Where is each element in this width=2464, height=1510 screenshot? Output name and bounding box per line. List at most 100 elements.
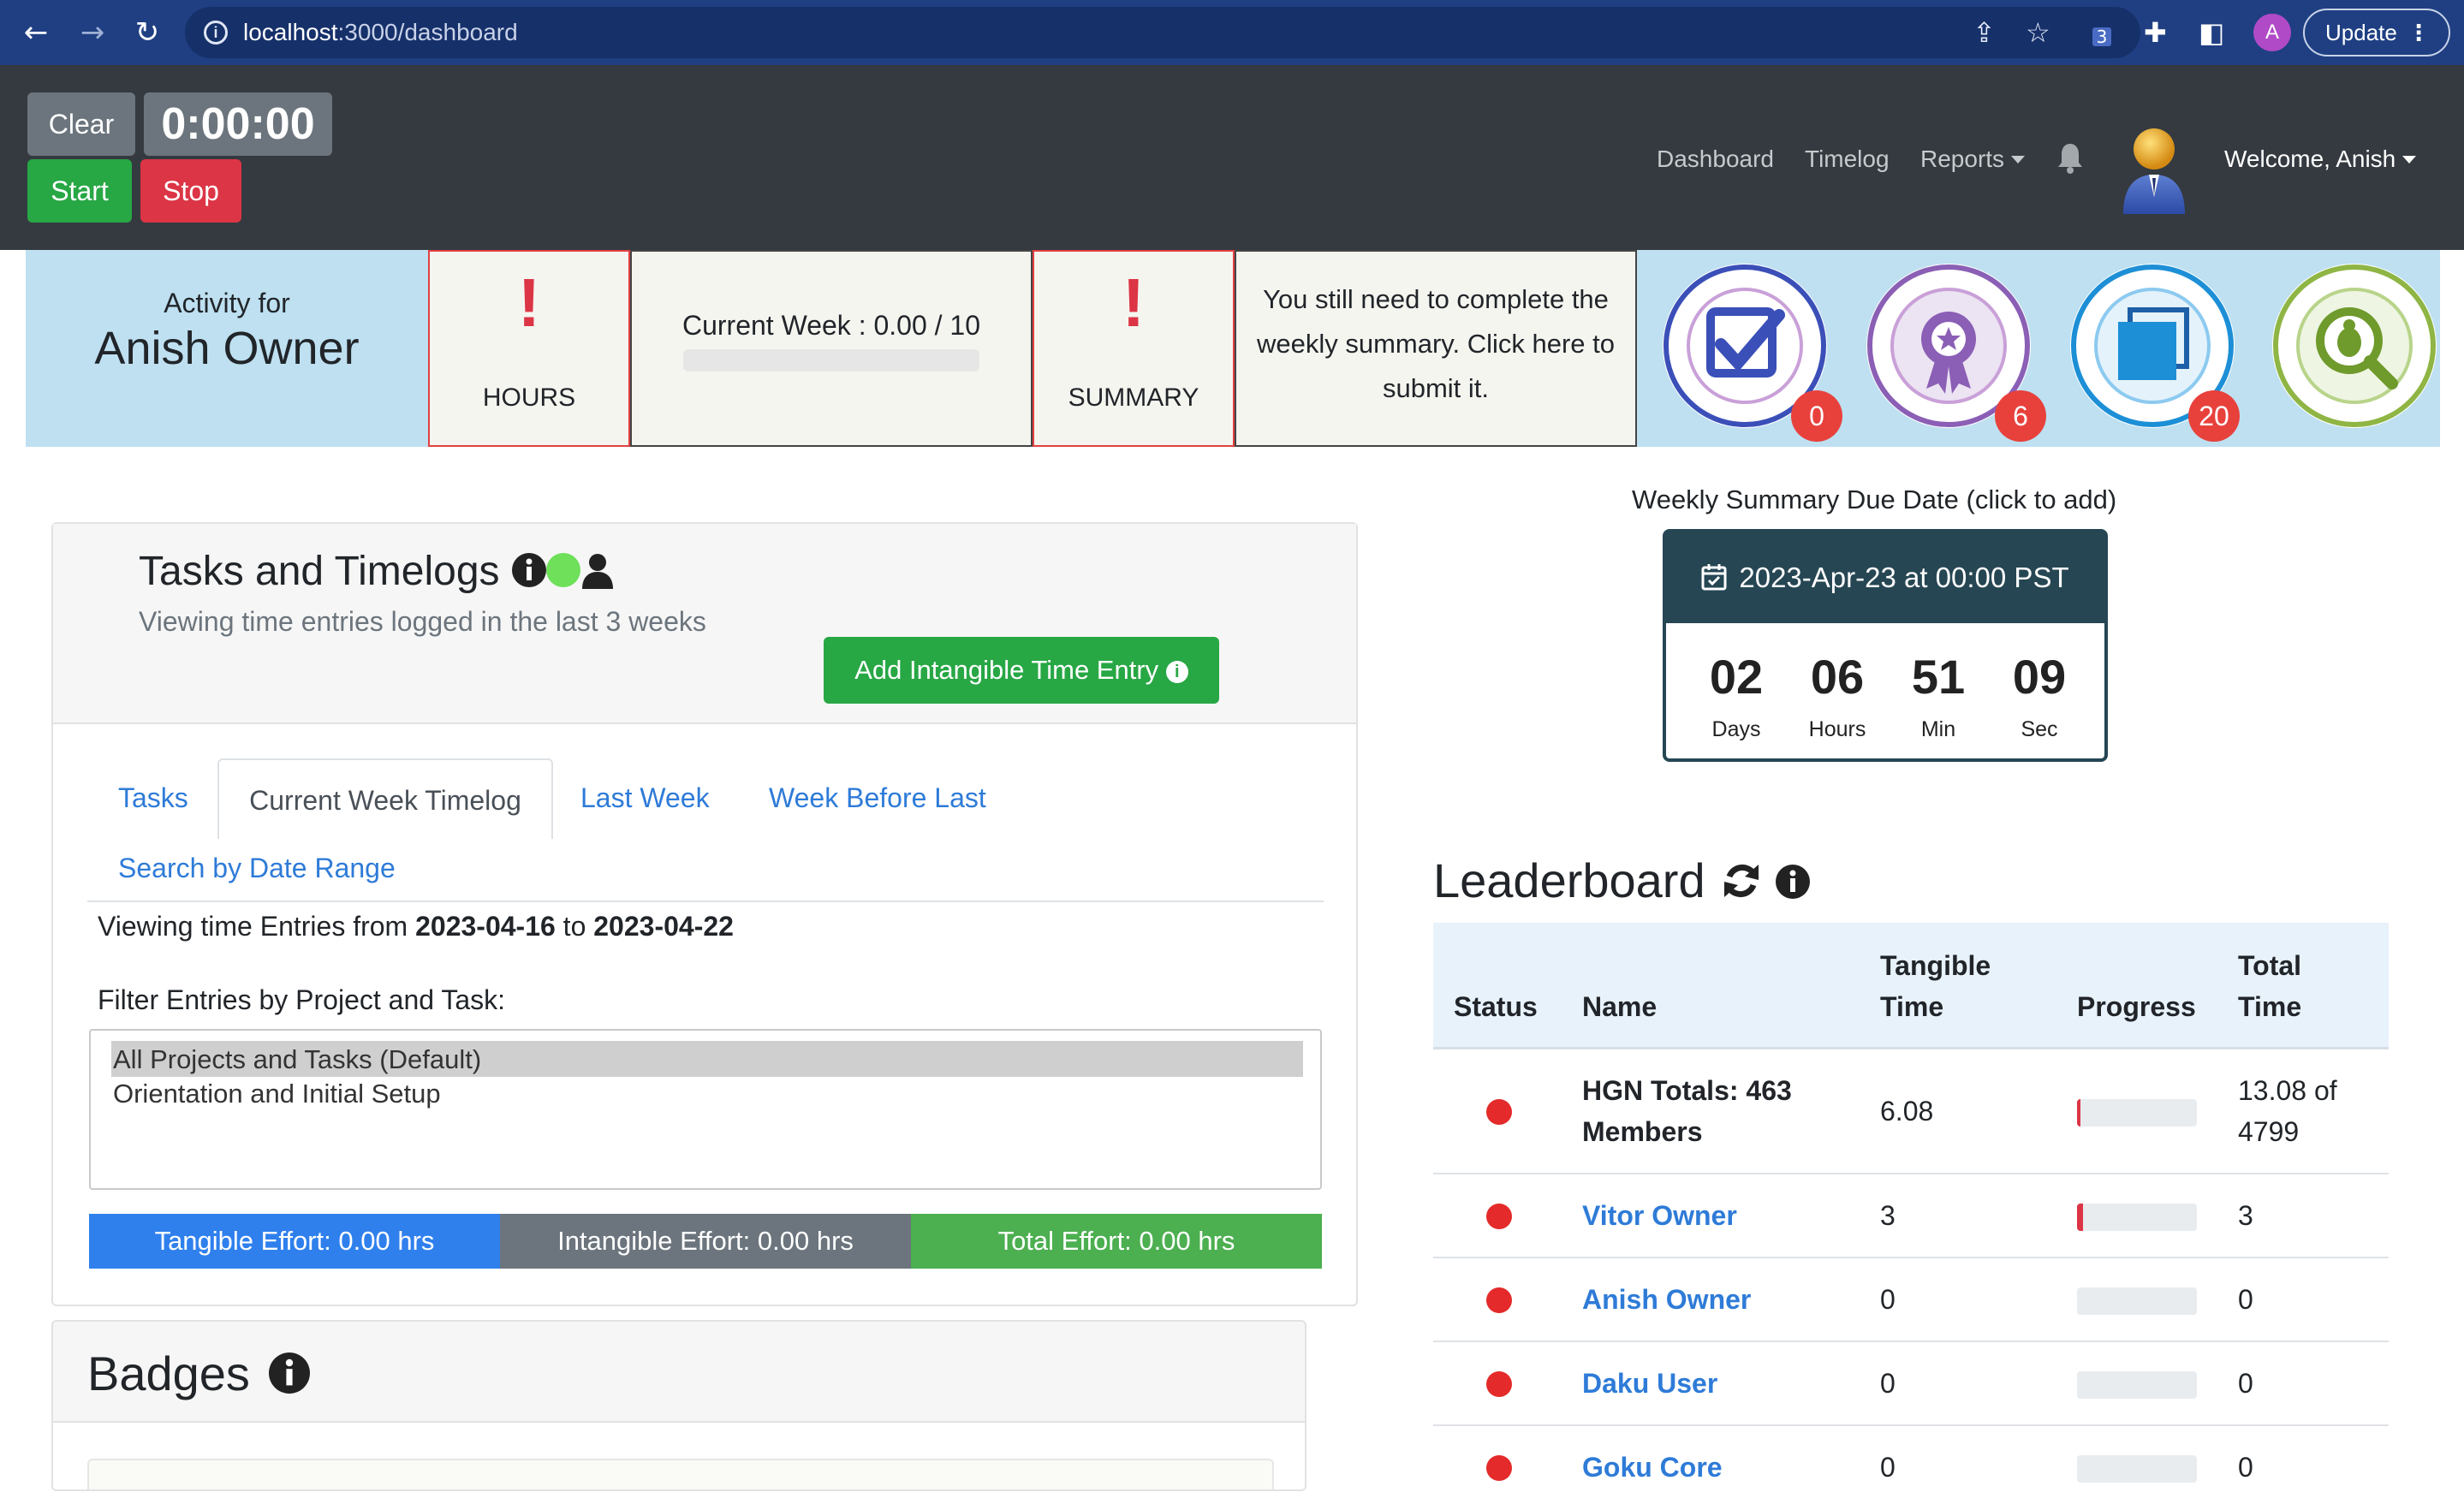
row-total-line2: 4799	[2238, 1116, 2300, 1147]
row-total: 3	[2238, 1200, 2253, 1231]
tab-week-before-last[interactable]: Week Before Last	[769, 782, 986, 814]
hours-warning-mark: !	[517, 265, 541, 341]
browser-toolbar: ← → ↻ i localhost:3000/dashboard ⇪ ☆ 3 ✚…	[0, 0, 2464, 65]
tabs-divider	[87, 901, 1324, 902]
activity-owner: Activity for Anish Owner	[26, 250, 428, 447]
table-row: Vitor Owner 3 3	[1433, 1174, 2389, 1258]
leaderboard-title: Leaderboard	[1433, 853, 1705, 907]
hours-label: HOURS	[482, 383, 576, 412]
forward-arrow-icon[interactable]: →	[75, 15, 110, 50]
status-dot	[1486, 1099, 1512, 1125]
chevron-down-icon	[2402, 156, 2417, 163]
activity-for-label: Activity for	[164, 288, 290, 318]
menu-dots-icon[interactable]: ⋮	[2407, 10, 2430, 55]
countdown-days: 02	[1709, 650, 1764, 704]
row-name-line1: HGN Totals: 463	[1582, 1075, 1792, 1106]
user-avatar[interactable]	[2118, 118, 2190, 219]
add-intangible-time-button[interactable]: Add Intangible Time Entry i	[824, 637, 1219, 704]
badges-card: Badges	[51, 1320, 1306, 1491]
row-progress	[2077, 1204, 2197, 1231]
project-task-filter-list[interactable]: All Projects and Tasks (Default) Orienta…	[89, 1029, 1322, 1190]
info-icon[interactable]	[1776, 865, 1810, 899]
calendar-check-icon	[1701, 564, 1727, 591]
badge-count-earned: 6	[1995, 390, 2046, 442]
nav-timelog-link[interactable]: Timelog	[1805, 146, 1890, 173]
bell-icon[interactable]	[2056, 142, 2084, 175]
info-icon[interactable]	[512, 553, 546, 587]
countdown-days-label: Days	[1711, 717, 1761, 741]
tab-search-by-date-range[interactable]: Search by Date Range	[118, 853, 396, 884]
extension-badge-icon[interactable]: 3	[2092, 27, 2111, 46]
leaderboard-header-icons	[1724, 864, 1810, 899]
row-progress	[2077, 1099, 2197, 1127]
back-arrow-icon[interactable]: ←	[19, 15, 53, 50]
welcome-user-dropdown[interactable]: Welcome, Anish	[2224, 146, 2417, 173]
current-week-progress	[683, 349, 979, 372]
activity-owner-name: Anish Owner	[94, 323, 360, 374]
status-dot	[1486, 1287, 1512, 1313]
site-info-icon[interactable]: i	[204, 21, 228, 45]
summary-reminder-tile[interactable]: You still need to complete the weekly su…	[1235, 250, 1637, 447]
info-icon: i	[1165, 661, 1188, 683]
row-tangible: 3	[1880, 1200, 1896, 1231]
refresh-icon[interactable]	[1724, 864, 1759, 898]
current-week-tile[interactable]: Current Week : 0.00 / 10	[630, 250, 1033, 447]
side-panel-icon[interactable]: ◧	[2199, 12, 2224, 53]
online-status-icon	[546, 553, 580, 587]
badge-count-tasks: 0	[1791, 390, 1842, 442]
address-bar[interactable]: i localhost:3000/dashboard ⇪ ☆	[185, 7, 2140, 58]
tasks-subtitle: Viewing time entries logged in the last …	[139, 606, 706, 637]
row-name-link[interactable]: Vitor Owner	[1582, 1195, 1737, 1236]
share-icon[interactable]: ⇪	[1973, 15, 1996, 50]
countdown-min-label: Min	[1920, 717, 1956, 741]
user-icon[interactable]	[582, 554, 613, 589]
bookmark-star-icon[interactable]: ☆	[2026, 15, 2050, 50]
table-row: Goku Core 0 0	[1433, 1426, 2389, 1510]
clear-timer-button[interactable]: Clear	[27, 92, 135, 156]
reload-icon[interactable]: ↻	[130, 15, 164, 50]
row-progress	[2077, 1287, 2197, 1315]
hours-tile[interactable]: ! HOURS	[428, 250, 630, 447]
row-name-link[interactable]: Goku Core	[1582, 1447, 1723, 1488]
timer-display: 0:00:00	[144, 92, 332, 156]
col-name: Name	[1582, 991, 1658, 1022]
nav-dashboard-link[interactable]: Dashboard	[1657, 146, 1774, 173]
status-dot	[1486, 1204, 1512, 1229]
badges-content	[87, 1459, 1274, 1489]
update-button[interactable]: Update ⋮	[2303, 9, 2450, 56]
table-row: Daku User 0 0	[1433, 1342, 2389, 1426]
row-progress	[2077, 1371, 2197, 1399]
intangible-effort: Intangible Effort: 0.00 hrs	[500, 1214, 911, 1269]
row-name-line2: Members	[1582, 1116, 1703, 1147]
tab-tasks[interactable]: Tasks	[118, 782, 188, 814]
stop-timer-button[interactable]: Stop	[140, 159, 241, 223]
tab-current-week-timelog[interactable]: Current Week Timelog	[217, 758, 553, 839]
filter-option-orientation[interactable]: Orientation and Initial Setup	[113, 1079, 441, 1109]
profile-avatar[interactable]: A	[2253, 14, 2291, 51]
tasks-card-header: Tasks and Timelogs Viewing time entries …	[53, 524, 1356, 724]
info-icon[interactable]	[268, 1352, 310, 1394]
row-progress	[2077, 1455, 2197, 1483]
tab-last-week[interactable]: Last Week	[580, 782, 710, 814]
summary-due-countdown[interactable]: 2023-Apr-23 at 00:00 PST 02 Days 06 Hour…	[1663, 529, 2108, 762]
summary-due-label[interactable]: Weekly Summary Due Date (click to add)	[1632, 485, 2116, 515]
viewing-range-text: Viewing time Entries from 2023-04-16 to …	[98, 911, 734, 942]
row-name-link[interactable]: Anish Owner	[1582, 1279, 1751, 1320]
countdown-sec: 09	[2012, 650, 2067, 704]
countdown-hours: 06	[1810, 650, 1865, 704]
summary-warning-mark: !	[1122, 265, 1146, 341]
row-progress-fill	[2077, 1204, 2083, 1231]
url-text: localhost:3000/dashboard	[243, 19, 518, 45]
leaderboard-header-row: Status Name Tangible Time Progress Total…	[1433, 923, 2389, 1049]
summary-reminder-text: You still need to complete the weekly su…	[1256, 284, 1616, 403]
filter-option-all[interactable]: All Projects and Tasks (Default)	[113, 1044, 481, 1075]
countdown-min: 51	[1911, 650, 1966, 704]
extensions-puzzle-icon[interactable]: ✚	[2144, 12, 2167, 53]
row-name-link[interactable]: Daku User	[1582, 1363, 1717, 1404]
effort-summary-bar: Tangible Effort: 0.00 hrs Intangible Eff…	[89, 1214, 1322, 1269]
summary-tile[interactable]: ! SUMMARY	[1033, 250, 1235, 447]
col-tangible-1: Tangible	[1880, 950, 1991, 981]
nav-reports-dropdown[interactable]: Reports	[1920, 146, 2026, 173]
report-bug-icon[interactable]	[2269, 260, 2440, 431]
start-timer-button[interactable]: Start	[27, 159, 132, 223]
